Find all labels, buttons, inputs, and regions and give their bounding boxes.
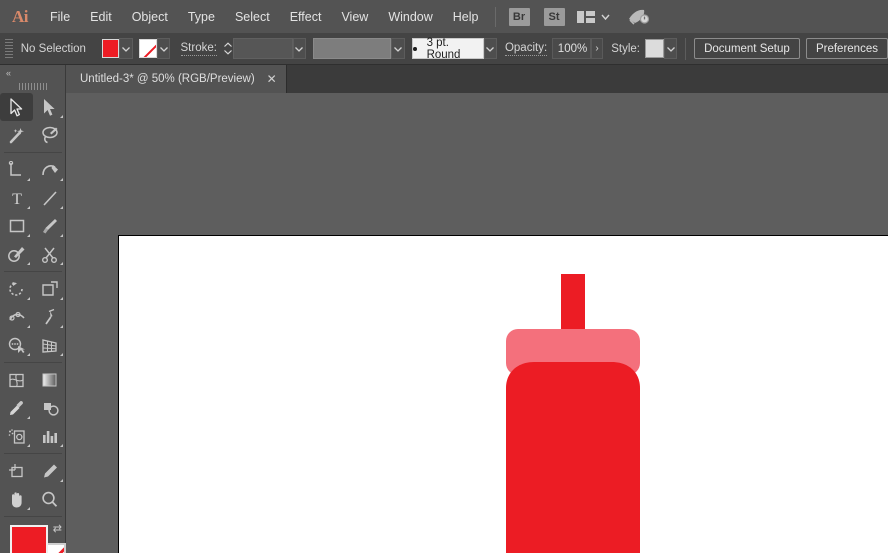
stock-chip[interactable]: St (543, 7, 565, 26)
menu-effect[interactable]: Effect (281, 6, 331, 28)
illustrator-window: Ai File Edit Object Type Select Effect V… (0, 0, 888, 553)
shape-builder-tool[interactable] (0, 331, 33, 359)
stroke-color-swatch[interactable] (139, 39, 157, 58)
control-bar-divider (685, 37, 687, 60)
menu-select[interactable]: Select (226, 6, 279, 28)
perspective-grid-tool[interactable] (33, 331, 66, 359)
stroke-weight-label[interactable]: Stroke: (180, 42, 217, 56)
type-tool[interactable]: T (0, 184, 33, 212)
symbol-sprayer-tool[interactable] (0, 422, 33, 450)
stroke-weight-chevron-icon[interactable] (292, 38, 307, 59)
opacity-expand-arrow-icon[interactable]: › (590, 38, 604, 59)
tools-group-navigate (0, 457, 66, 513)
tools-group-transform (0, 275, 66, 359)
bridge-chip[interactable]: Br (508, 7, 530, 26)
tools-group-draw: T (0, 156, 66, 268)
variable-width-chevron-icon[interactable] (391, 38, 405, 59)
curvature-tool[interactable] (33, 156, 66, 184)
tools-divider (3, 152, 62, 153)
blend-tool[interactable] (33, 394, 66, 422)
bottle-body (506, 362, 640, 553)
preferences-button[interactable]: Preferences (805, 38, 888, 59)
mesh-tool[interactable] (0, 366, 33, 394)
menu-file[interactable]: File (41, 6, 79, 28)
svg-text:T: T (12, 191, 22, 208)
style-chevron-icon[interactable] (663, 38, 678, 59)
free-transform-tool[interactable] (33, 303, 66, 331)
arrange-chevron-down-icon[interactable] (600, 11, 611, 22)
menubar-divider (494, 6, 496, 27)
direct-selection-tool[interactable] (33, 93, 66, 121)
tools-divider (3, 271, 62, 272)
style-label: Style: (611, 42, 640, 55)
pen-tool[interactable] (0, 156, 33, 184)
scissors-tool[interactable] (33, 240, 66, 268)
stroke-weight-input[interactable] (233, 38, 293, 59)
brush-dot-icon (412, 46, 417, 51)
document-tab[interactable]: Untitled-3* @ 50% (RGB/Preview) ✕ (66, 65, 287, 93)
scale-tool[interactable] (33, 275, 66, 303)
lasso-tool[interactable] (33, 121, 66, 149)
rectangle-tool[interactable] (0, 212, 33, 240)
opacity-input[interactable]: 100% (551, 38, 591, 59)
fill-dropdown-chevron-icon[interactable] (119, 38, 134, 59)
artboard-tool[interactable] (0, 457, 33, 485)
column-graph-tool[interactable] (33, 422, 66, 450)
shaper-tool[interactable] (0, 240, 33, 268)
menu-view[interactable]: View (332, 6, 377, 28)
canvas-area[interactable] (66, 93, 888, 553)
magic-wand-tool[interactable] (0, 121, 33, 149)
variable-width-profile-field[interactable] (313, 38, 392, 59)
width-tool[interactable] (0, 303, 33, 331)
rocket-power-icon[interactable] (627, 8, 651, 26)
arrange-documents-icon[interactable] (576, 9, 596, 25)
tools-divider (3, 453, 62, 454)
brush-definition-chevron-icon[interactable] (483, 38, 498, 59)
document-tab-bar: Untitled-3* @ 50% (RGB/Preview) ✕ (66, 65, 888, 93)
tools-panel: « T ⇄ (0, 65, 66, 553)
tools-panel-grip[interactable] (0, 80, 65, 93)
tools-divider (3, 362, 62, 363)
tools-group-color (0, 366, 66, 450)
eyedropper-tool[interactable] (0, 394, 33, 422)
stroke-weight-stepper[interactable] (222, 38, 233, 59)
control-bar-grip[interactable] (5, 38, 13, 59)
tools-divider (3, 516, 62, 517)
brush-definition-label: 3 pt. Round (426, 36, 461, 61)
bottle-nozzle (561, 274, 585, 336)
artboard[interactable] (118, 235, 888, 553)
fill-color-swatch[interactable] (101, 39, 120, 58)
menu-type[interactable]: Type (179, 6, 224, 28)
line-segment-tool[interactable] (33, 184, 66, 212)
opacity-label[interactable]: Opacity: (504, 42, 548, 56)
close-icon[interactable]: ✕ (267, 73, 277, 85)
menu-help[interactable]: Help (444, 6, 488, 28)
slice-tool[interactable] (33, 457, 66, 485)
selection-status-label: No Selection (20, 42, 86, 55)
app-logo: Ai (12, 6, 29, 26)
selection-tool[interactable] (0, 93, 33, 121)
paintbrush-tool[interactable] (33, 212, 66, 240)
menu-object[interactable]: Object (123, 6, 177, 28)
fill-stroke-indicator: ⇄ (0, 521, 66, 553)
gradient-tool[interactable] (33, 366, 66, 394)
menu-bar: Ai File Edit Object Type Select Effect V… (0, 0, 888, 33)
control-bar: No Selection Stroke: 3 pt. Round Opacity… (0, 33, 888, 65)
tools-group-selection (0, 93, 66, 149)
menu-edit[interactable]: Edit (81, 6, 121, 28)
menu-window[interactable]: Window (379, 6, 441, 28)
document-tab-title: Untitled-3* @ 50% (RGB/Preview) (80, 73, 255, 85)
stroke-dropdown-chevron-icon[interactable] (156, 38, 171, 59)
document-setup-button[interactable]: Document Setup (694, 38, 800, 59)
swap-fill-stroke-icon[interactable]: ⇄ (53, 522, 62, 535)
rotate-tool[interactable] (0, 275, 33, 303)
ketchup-bottle-artwork[interactable] (119, 236, 888, 553)
collapse-panel-icon[interactable]: « (0, 65, 65, 80)
hand-tool[interactable] (0, 485, 33, 513)
zoom-tool[interactable] (33, 485, 66, 513)
fill-color-box[interactable] (10, 525, 48, 553)
brush-definition-field[interactable]: 3 pt. Round (411, 36, 484, 61)
graphic-style-swatch[interactable] (644, 39, 664, 58)
